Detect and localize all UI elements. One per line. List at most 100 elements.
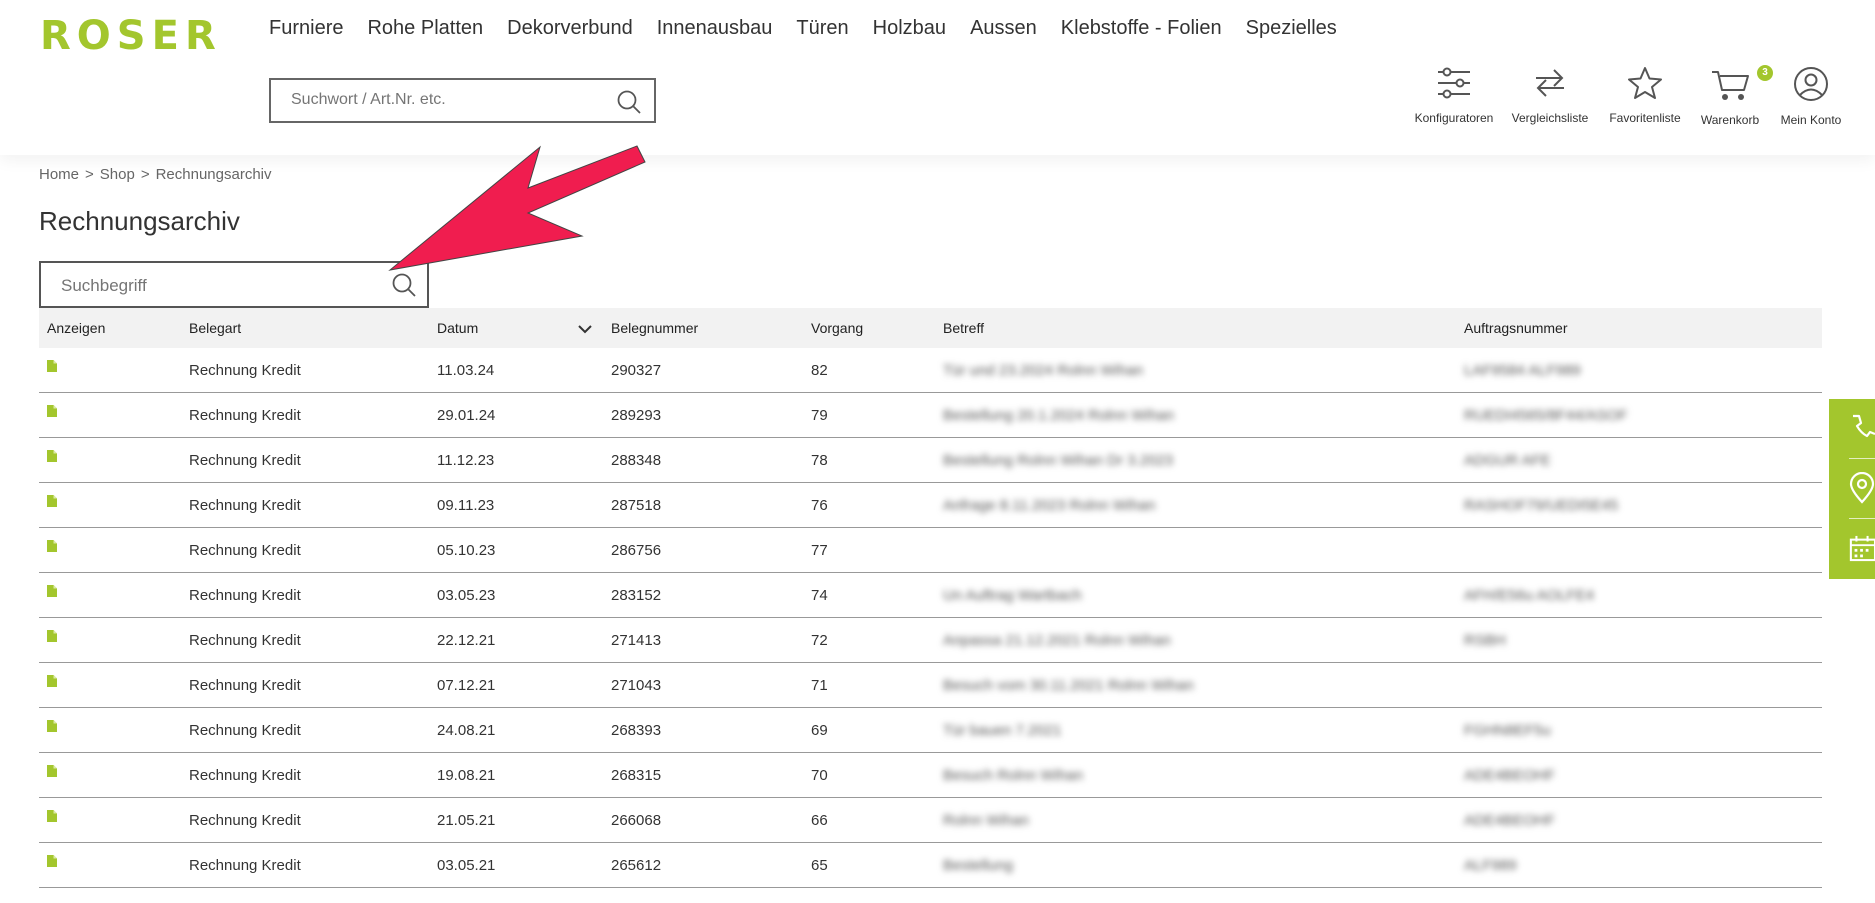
cell-datum: 05.10.23 bbox=[437, 541, 496, 559]
cell-auftragsnummer: FGHN8EF5u bbox=[1464, 708, 1551, 752]
vergleichsliste-label: Vergleichsliste bbox=[1511, 111, 1589, 125]
breadcrumb-current: Rechnungsarchiv bbox=[155, 166, 272, 183]
table-row[interactable]: Rechnung Kredit 22.12.21 271413 72 Anpassa 2… bbox=[39, 618, 1822, 663]
cell-betreff: Bestellung 20.1.2024 Rolnn Wihan bbox=[943, 393, 1174, 437]
cell-auftragsnummer: ADGUR AFE bbox=[1464, 438, 1551, 482]
document-icon[interactable] bbox=[47, 393, 57, 437]
table-row[interactable]: Rechnung Kredit 03.05.21 265612 65 Bestellun… bbox=[39, 843, 1822, 888]
col-belegnummer[interactable]: Belegnummer bbox=[611, 308, 698, 348]
table-row[interactable]: Rechnung Kredit 07.12.21 271043 71 Besuch vo… bbox=[39, 663, 1822, 708]
header-search-box bbox=[269, 78, 656, 123]
nav-item-innenausbau[interactable]: Innenausbau bbox=[657, 17, 773, 40]
cell-belegart: Rechnung Kredit bbox=[189, 361, 301, 379]
nav-item-aussen[interactable]: Aussen bbox=[970, 17, 1037, 40]
cell-auftragsnummer-text: RASHOF79/UEDI5E45 bbox=[1464, 496, 1619, 514]
cell-betreff: Bestellung Rolnn Wihan Dr 3.2023 bbox=[943, 438, 1173, 482]
document-icon[interactable] bbox=[47, 483, 57, 527]
cell-betreff-text: Rolnn Wihan bbox=[943, 811, 1029, 829]
cell-belegnummer: 286756 bbox=[611, 541, 662, 559]
cell-belegnummer: 290327 bbox=[611, 361, 662, 379]
phone-icon[interactable] bbox=[1829, 399, 1875, 457]
table-row[interactable]: Rechnung Kredit 09.11.23 287518 76 Anfrage 8… bbox=[39, 483, 1822, 528]
table-row[interactable]: Rechnung Kredit 03.05.23 283152 74 Un Auftra… bbox=[39, 573, 1822, 618]
contact-sidebar bbox=[1829, 399, 1875, 579]
document-icon[interactable] bbox=[47, 663, 57, 707]
sort-chevron-down-icon[interactable] bbox=[577, 322, 593, 338]
cell-auftragsnummer-text: RUEDI4565/8F44/ASOF bbox=[1464, 406, 1628, 424]
cell-datum: 11.12.23 bbox=[437, 451, 495, 469]
cell-belegnummer: 271413 bbox=[611, 631, 662, 649]
table-row[interactable]: Rechnung Kredit 29.01.24 289293 79 Bestellun… bbox=[39, 393, 1822, 438]
table-row[interactable]: Rechnung Kredit 11.12.23 288348 78 Bestellun… bbox=[39, 438, 1822, 483]
cell-datum: 29.01.24 bbox=[437, 406, 496, 424]
cell-belegart: Rechnung Kredit bbox=[189, 586, 301, 604]
document-icon[interactable] bbox=[47, 618, 57, 662]
cell-vorgang: 77 bbox=[811, 541, 828, 559]
cell-belegart: Rechnung Kredit bbox=[189, 496, 301, 514]
cell-belegart: Rechnung Kredit bbox=[189, 721, 301, 739]
breadcrumb-home[interactable]: Home bbox=[39, 166, 79, 183]
col-auftragsnummer[interactable]: Auftragsnummer bbox=[1464, 308, 1567, 348]
nav-item-dekorverbund[interactable]: Dekorverbund bbox=[507, 17, 633, 40]
cell-belegnummer: 283152 bbox=[611, 586, 662, 604]
cell-vorgang: 69 bbox=[811, 721, 828, 739]
nav-item-furniere[interactable]: Furniere bbox=[269, 17, 343, 40]
cell-belegart: Rechnung Kredit bbox=[189, 811, 301, 829]
search-icon[interactable] bbox=[616, 89, 642, 120]
nav-item-spezielles[interactable]: Spezielles bbox=[1246, 17, 1337, 40]
document-icon[interactable] bbox=[47, 348, 57, 392]
table-row[interactable]: Rechnung Kredit 21.05.21 266068 66 Rolnn Wih… bbox=[39, 798, 1822, 843]
table-row[interactable]: Rechnung Kredit 24.08.21 268393 69 Tür bauen… bbox=[39, 708, 1822, 753]
cell-betreff-text: Un Auftrag Wartbach bbox=[943, 586, 1082, 604]
mein-konto-button[interactable]: Mein Konto bbox=[1766, 66, 1856, 127]
document-icon[interactable] bbox=[47, 843, 57, 887]
table-row[interactable]: Rechnung Kredit 19.08.21 268315 70 Besuch Ro… bbox=[39, 753, 1822, 798]
favoritenliste-button[interactable]: Favoritenliste bbox=[1600, 66, 1690, 125]
col-datum[interactable]: Datum bbox=[437, 308, 478, 348]
cell-betreff: Bestellung bbox=[943, 843, 1013, 887]
search-icon[interactable] bbox=[391, 272, 417, 303]
cell-auftragsnummer: RASHOF79/UEDI5E45 bbox=[1464, 483, 1618, 527]
cell-auftragsnummer: ADE4BEOHF bbox=[1464, 798, 1555, 842]
cell-auftragsnummer: ADE4BEOHF bbox=[1464, 753, 1555, 797]
cell-vorgang: 76 bbox=[811, 496, 828, 514]
col-betreff[interactable]: Betreff bbox=[943, 308, 984, 348]
col-vorgang[interactable]: Vorgang bbox=[811, 308, 863, 348]
cell-betreff-text: Bestellung 20.1.2024 Rolnn Wihan bbox=[943, 406, 1174, 424]
location-pin-icon[interactable] bbox=[1829, 459, 1875, 517]
cell-vorgang: 72 bbox=[811, 631, 828, 649]
nav-item-rohe-platten[interactable]: Rohe Platten bbox=[367, 17, 483, 40]
document-icon[interactable] bbox=[47, 573, 57, 617]
archive-search-input[interactable] bbox=[59, 275, 363, 297]
warenkorb-button[interactable]: 3 Warenkorb bbox=[1685, 65, 1775, 127]
document-icon[interactable] bbox=[47, 753, 57, 797]
header-search-input[interactable] bbox=[289, 90, 613, 110]
roser-logo[interactable]: ROSER bbox=[40, 13, 222, 59]
site-header: ROSER Furniere Rohe Platten Dekorverbund… bbox=[0, 0, 1875, 155]
table-row[interactable]: Rechnung Kredit 11.03.24 290327 82 Tür und 2… bbox=[39, 348, 1822, 393]
nav-item-tueren[interactable]: Türen bbox=[796, 17, 848, 40]
nav-item-holzbau[interactable]: Holzbau bbox=[873, 17, 946, 40]
cell-betreff-text: Besuch vom 30.11.2021 Rolnn Wihan bbox=[943, 676, 1194, 694]
col-belegart[interactable]: Belegart bbox=[189, 308, 241, 348]
document-icon[interactable] bbox=[47, 438, 57, 482]
user-icon bbox=[1792, 67, 1830, 105]
cell-vorgang: 65 bbox=[811, 856, 828, 874]
konfiguratoren-button[interactable]: Konfiguratoren bbox=[1409, 66, 1499, 125]
table-row[interactable]: Rechnung Kredit 05.10.23 286756 77 bbox=[39, 528, 1822, 573]
cell-vorgang: 79 bbox=[811, 406, 828, 424]
breadcrumb-shop[interactable]: Shop bbox=[100, 166, 135, 183]
document-icon[interactable] bbox=[47, 708, 57, 752]
vergleichsliste-button[interactable]: Vergleichsliste bbox=[1505, 66, 1595, 125]
cell-betreff-text: Bestellung Rolnn Wihan Dr 3.2023 bbox=[943, 451, 1174, 469]
cell-betreff: Besuch Rolnn Wihan bbox=[943, 753, 1083, 797]
cell-betreff: Tür bauen 7.2021 bbox=[943, 708, 1061, 752]
mein-konto-label: Mein Konto bbox=[1780, 113, 1842, 127]
calendar-icon[interactable] bbox=[1829, 519, 1875, 577]
document-icon[interactable] bbox=[47, 798, 57, 842]
document-icon[interactable] bbox=[47, 528, 57, 572]
cell-belegart: Rechnung Kredit bbox=[189, 541, 301, 559]
nav-item-klebstoffe-folien[interactable]: Klebstoffe - Folien bbox=[1061, 17, 1222, 40]
cell-auftragsnummer-text: LAF9584 ALF989 bbox=[1464, 361, 1581, 379]
cell-betreff: Besuch vom 30.11.2021 Rolnn Wihan bbox=[943, 663, 1194, 707]
